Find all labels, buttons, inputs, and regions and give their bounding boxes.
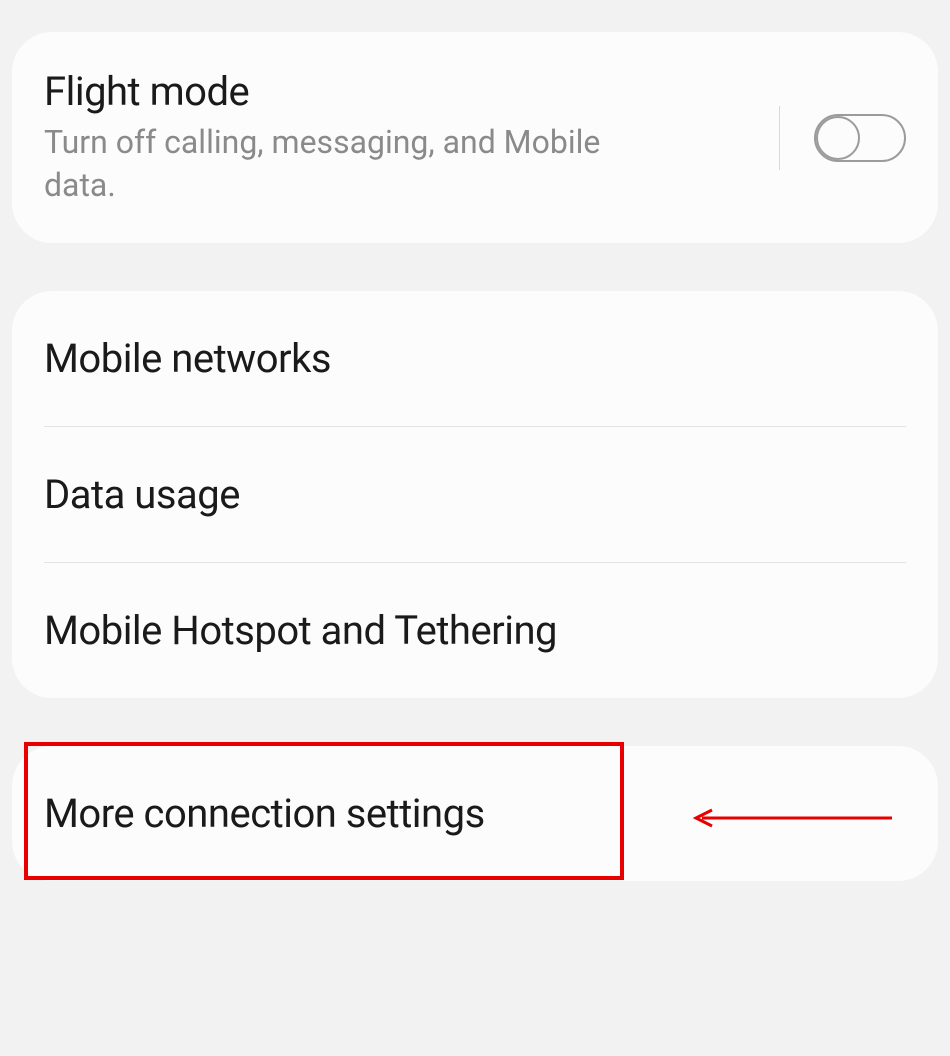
mobile-networks-row[interactable]: Mobile networks <box>12 291 938 426</box>
flight-mode-toggle-wrap <box>755 106 906 170</box>
mobile-networks-label: Mobile networks <box>44 335 331 382</box>
networks-card: Mobile networks Data usage Mobile Hotspo… <box>12 291 938 698</box>
flight-mode-toggle[interactable] <box>814 114 906 162</box>
more-connections-card: More connection settings <box>12 746 938 881</box>
hotspot-row[interactable]: Mobile Hotspot and Tethering <box>12 563 938 698</box>
flight-mode-text: Flight mode Turn off calling, messaging,… <box>44 68 755 207</box>
vertical-separator <box>779 106 780 170</box>
data-usage-label: Data usage <box>44 471 240 518</box>
more-connection-settings-label: More connection settings <box>44 790 485 837</box>
flight-mode-card: Flight mode Turn off calling, messaging,… <box>12 32 938 243</box>
toggle-thumb-icon <box>816 116 860 160</box>
flight-mode-row[interactable]: Flight mode Turn off calling, messaging,… <box>12 32 938 243</box>
more-connection-settings-row[interactable]: More connection settings <box>12 746 938 881</box>
flight-mode-subtitle: Turn off calling, messaging, and Mobile … <box>44 121 644 207</box>
flight-mode-title: Flight mode <box>44 68 755 115</box>
hotspot-label: Mobile Hotspot and Tethering <box>44 607 557 654</box>
data-usage-row[interactable]: Data usage <box>12 427 938 562</box>
